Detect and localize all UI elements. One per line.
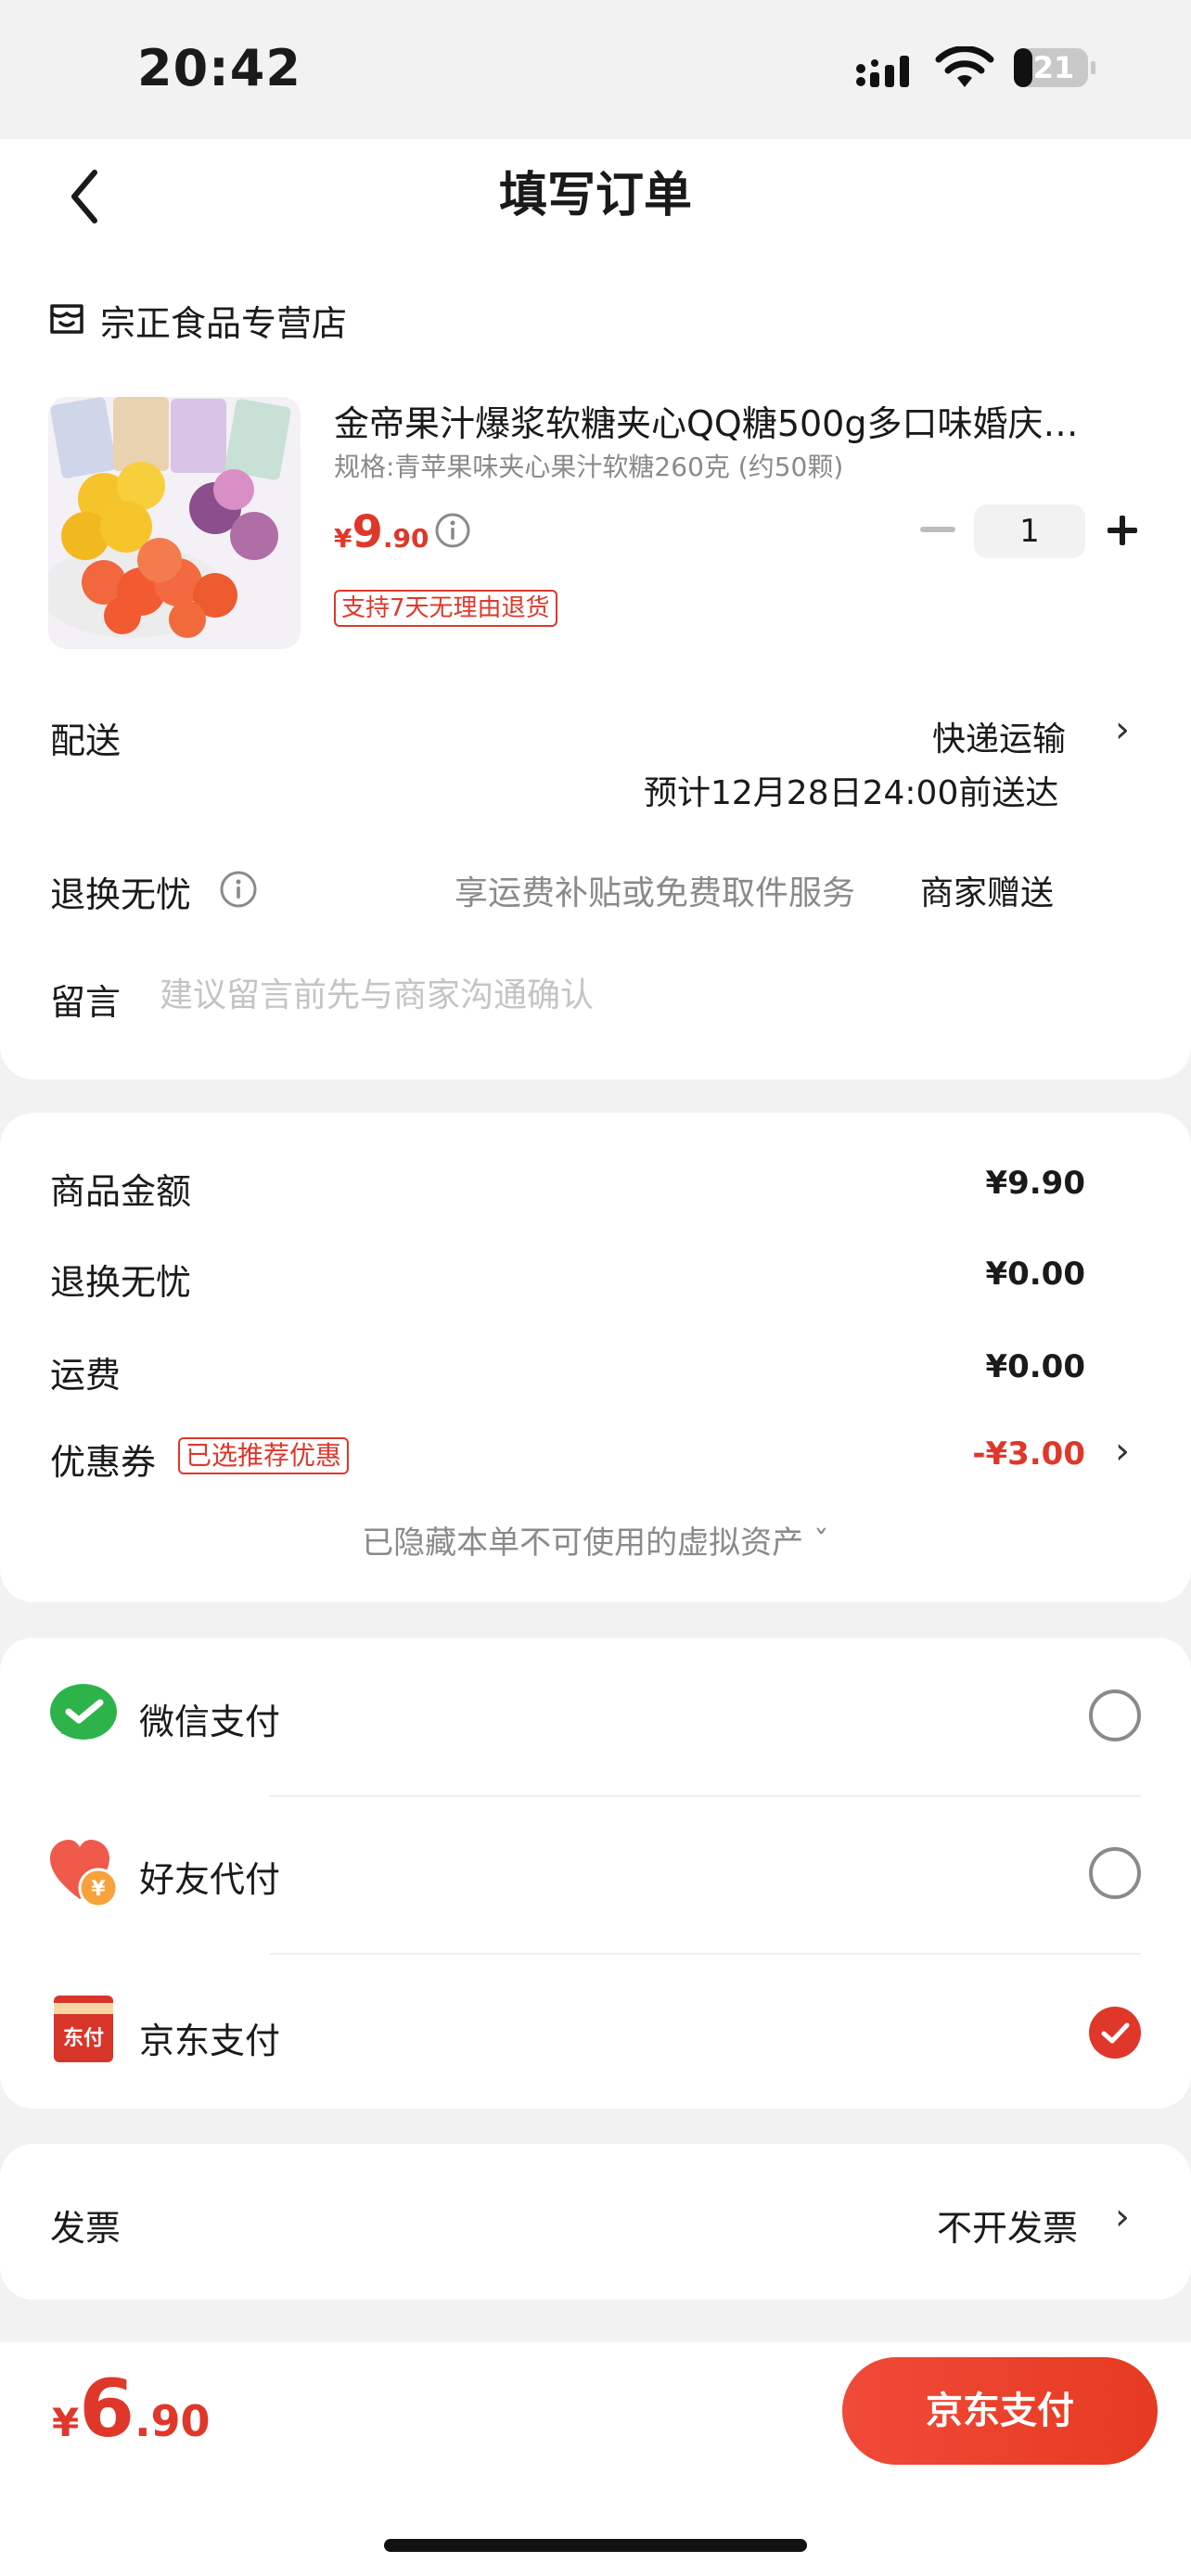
price-integer: 9 — [352, 506, 383, 558]
worry-free-value: 商家赠送 — [920, 874, 1055, 912]
product-price: ¥9.90 — [334, 506, 429, 558]
wechat-pay-radio[interactable] — [1089, 1690, 1141, 1741]
quantity-minus-button[interactable] — [920, 527, 955, 532]
hidden-assets-toggle[interactable]: 已隐藏本单不可使用的虚拟资产 ˇ — [0, 1517, 1191, 1562]
freight-label: 运费 — [50, 1355, 122, 1396]
goods-amount-value: ¥9.90 — [985, 1165, 1085, 1202]
worry-free-fee-label: 退换无忧 — [50, 1262, 192, 1303]
delivery-chevron-icon[interactable]: › — [1115, 708, 1130, 751]
friend-pay-radio[interactable] — [1089, 1847, 1141, 1899]
coupon-chevron-icon[interactable]: › — [1115, 1430, 1130, 1473]
wechat-pay-label[interactable]: 微信支付 — [139, 1693, 280, 1744]
battery-level: 21 — [1032, 50, 1075, 85]
message-input[interactable] — [160, 970, 1087, 1020]
worry-free-label: 退换无忧 — [50, 874, 192, 915]
order-card — [0, 250, 1191, 1079]
invoice-label: 发票 — [50, 2208, 122, 2249]
total-decimal: .90 — [134, 2396, 211, 2446]
coupon-badge: 已选推荐优惠 — [178, 1437, 350, 1474]
coupon-label: 优惠券 — [50, 1442, 157, 1483]
return-policy-badge: 支持7天无理由退货 — [334, 590, 557, 627]
store-name[interactable]: 宗正食品专营店 — [100, 295, 347, 346]
friend-pay-label[interactable]: 好友代付 — [139, 1851, 280, 1902]
battery-icon: 21 — [1013, 46, 1096, 89]
worry-free-fee-value: ¥0.00 — [985, 1256, 1085, 1293]
price-decimal: .90 — [382, 523, 429, 554]
total-integer: 6 — [79, 2363, 135, 2455]
message-label: 留言 — [50, 982, 122, 1023]
goods-amount-label: 商品金额 — [50, 1171, 192, 1212]
pay-button[interactable]: 京东支付 — [842, 2357, 1158, 2465]
product-image[interactable] — [48, 397, 301, 649]
page-title: 填写订单 — [498, 168, 692, 223]
worry-free-info-icon[interactable] — [219, 870, 258, 909]
delivery-method[interactable]: 快递运输 — [932, 712, 1066, 760]
total-price: ¥6.90 — [52, 2363, 211, 2455]
jd-pay-icon: 东付 — [54, 1996, 113, 2062]
price-info-icon[interactable] — [434, 512, 471, 549]
store-icon — [50, 304, 83, 334]
status-time: 20:42 — [137, 39, 301, 97]
freight-value: ¥0.00 — [985, 1348, 1085, 1385]
price-currency: ¥ — [334, 523, 352, 554]
svg-text:¥: ¥ — [91, 1878, 106, 1901]
wechat-pay-icon — [50, 1684, 117, 1740]
friend-pay-icon: ¥ — [50, 1840, 119, 1908]
home-indicator[interactable] — [384, 2539, 807, 2552]
payment-divider — [269, 1953, 1141, 1955]
quantity-plus-button[interactable] — [1104, 512, 1141, 549]
invoice-chevron-icon[interactable]: › — [1115, 2196, 1130, 2238]
quantity-value[interactable]: 1 — [974, 504, 1085, 558]
payment-divider — [269, 1795, 1141, 1797]
wifi-icon — [935, 46, 994, 87]
jd-pay-icon-text: 东付 — [62, 2027, 104, 2050]
product-title[interactable]: 金帝果汁爆浆软糖夹心QQ糖500g多口味婚庆… — [334, 395, 1132, 446]
total-currency: ¥ — [52, 2400, 80, 2445]
worry-free-description: 享运费补贴或免费取件服务 — [455, 874, 856, 912]
jd-pay-label[interactable]: 京东支付 — [139, 2012, 280, 2063]
delivery-eta: 预计12月28日24:00前送达 — [644, 774, 1059, 812]
cellular-signal-icon — [856, 56, 909, 87]
check-icon — [1101, 2022, 1130, 2044]
jd-pay-radio[interactable] — [1089, 2007, 1141, 2059]
product-spec[interactable]: 规格:青苹果味夹心果汁软糖260克 (约50颗) — [334, 447, 843, 484]
coupon-value[interactable]: -¥3.00 — [972, 1435, 1085, 1473]
delivery-label: 配送 — [50, 721, 122, 761]
invoice-value[interactable]: 不开发票 — [937, 2200, 1078, 2251]
